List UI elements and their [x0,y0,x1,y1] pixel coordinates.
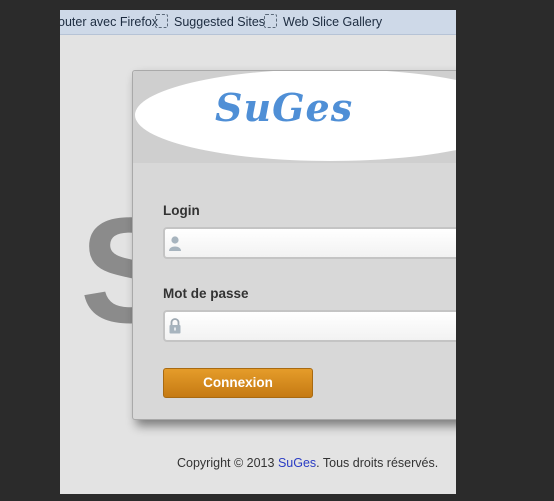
browser-viewport: outer avec Firefox Suggested Sites Web S… [60,10,456,494]
password-label: Mot de passe [163,286,249,301]
login-field[interactable] [163,227,456,259]
favorite-web-slice-gallery[interactable]: Web Slice Gallery [264,14,382,30]
lock-icon [169,318,181,334]
footer-copyright: Copyright © 2013 SuGes. Tous droits rése… [177,456,438,470]
app-logo: SuGes [215,85,354,130]
favorite-label: Suggested Sites [174,15,266,29]
password-input[interactable] [189,314,456,340]
favorite-page-icon [264,14,277,28]
login-panel: SuGes Login Mot de passe Connexion [132,70,456,420]
user-icon [169,236,181,251]
favorites-bar: outer avec Firefox Suggested Sites Web S… [60,10,456,35]
footer-suges-link[interactable]: SuGes [278,456,316,470]
login-label: Login [163,203,200,218]
logo-header: SuGes [133,71,456,163]
password-field[interactable] [163,310,456,342]
favorite-page-icon [155,14,168,28]
favorite-label: outer avec Firefox [60,15,159,29]
footer-prefix: Copyright © 2013 [177,456,278,470]
favorite-suggested-sites[interactable]: Suggested Sites [155,14,265,30]
footer-suffix: . Tous droits réservés. [316,456,439,470]
connexion-button[interactable]: Connexion [163,368,313,398]
login-input[interactable] [189,231,456,257]
favorite-firefox[interactable]: outer avec Firefox [60,14,158,30]
favorite-label: Web Slice Gallery [283,15,383,29]
